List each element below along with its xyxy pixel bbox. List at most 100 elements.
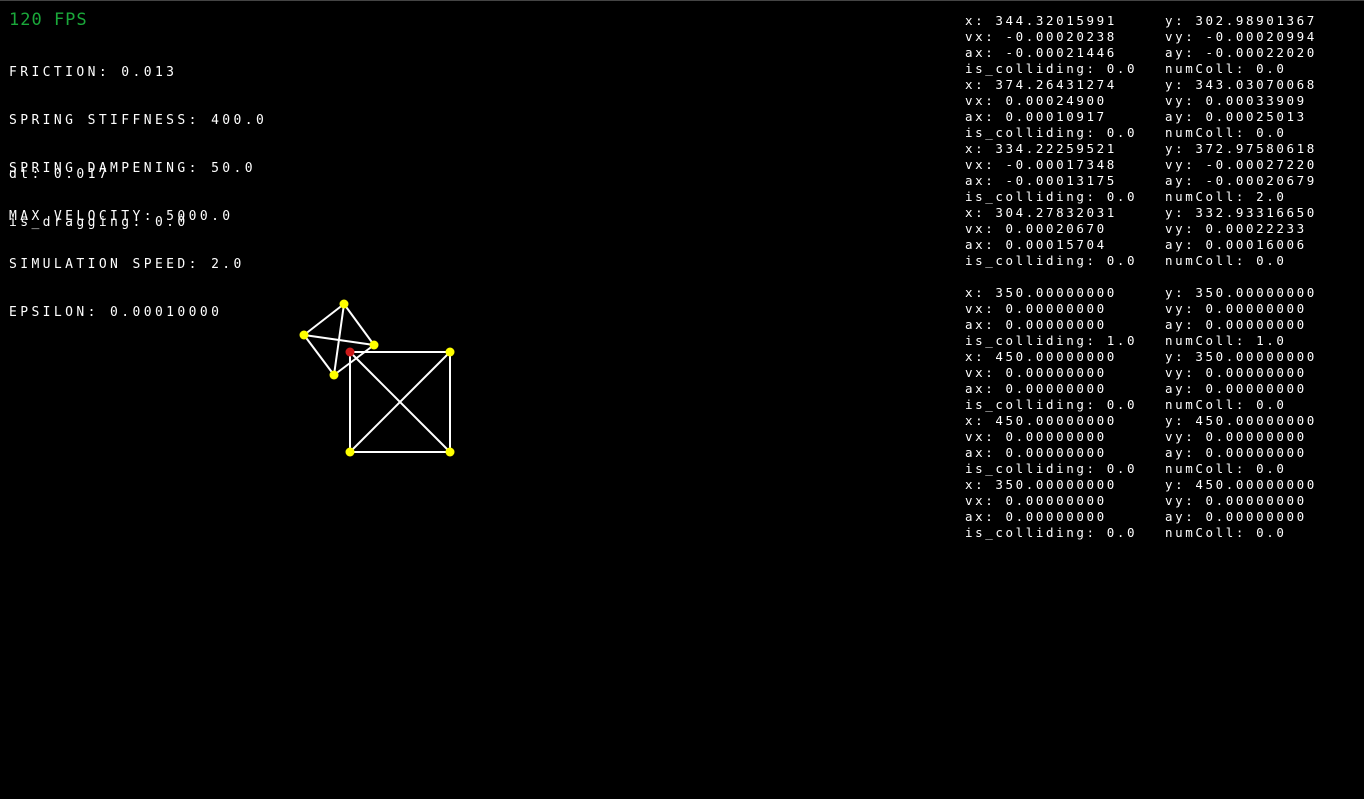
point-debug-entry: x: 350.00000000 y: 450.00000000 vx: 0.0000… <box>965 477 1317 541</box>
debug-vx: vx: 0.00000000 <box>965 365 1107 380</box>
square-body-debug: x: 350.00000000 y: 350.00000000 vx: 0.0000… <box>965 285 1317 541</box>
debug-vx: vx: 0.00000000 <box>965 493 1107 508</box>
debug-numcoll: numColl: 2.0 <box>1165 189 1287 204</box>
debug-line: x: 350.00000000 y: 350.00000000 <box>965 285 1317 301</box>
simulation-status: dt: 0.017 is_dragging: 0.0 <box>9 135 189 263</box>
debug-ax: ax: 0.00000000 <box>965 317 1107 332</box>
debug-line: x: 450.00000000 y: 450.00000000 <box>965 413 1317 429</box>
point-debug-entry: x: 350.00000000 y: 350.00000000 vx: 0.0000… <box>965 285 1317 349</box>
debug-colliding: is_colliding: 0.0 <box>965 397 1138 412</box>
debug-line: ax: 0.00000000 ay: 0.00000000 <box>965 317 1317 333</box>
debug-ax: ax: 0.00010917 <box>965 109 1107 124</box>
debug-ay: ay: 0.00000000 <box>1165 509 1307 524</box>
point-debug-entry: x: 304.27832031 y: 332.93316650 vx: 0.0002… <box>965 205 1317 269</box>
debug-ay: ay: 0.00000000 <box>1165 445 1307 460</box>
point-debug-entry: x: 344.32015991 y: 302.98901367 vx: -0.000… <box>965 13 1317 77</box>
debug-colliding: is_colliding: 1.0 <box>965 333 1138 348</box>
debug-line: is_colliding: 0.0 numColl: 0.0 <box>965 253 1317 269</box>
debug-line: vx: 0.00000000 vy: 0.00000000 <box>965 493 1317 509</box>
debug-line: is_colliding: 0.0 numColl: 0.0 <box>965 397 1317 413</box>
debug-vx: vx: -0.00017348 <box>965 157 1117 172</box>
point-debug-entry: x: 450.00000000 y: 350.00000000 vx: 0.0000… <box>965 349 1317 413</box>
debug-ax: ax: 0.00000000 <box>965 445 1107 460</box>
debug-ay: ay: 0.00025013 <box>1165 109 1307 124</box>
debug-vx: vx: -0.00020238 <box>965 29 1117 44</box>
debug-ax: ax: -0.00013175 <box>965 173 1117 188</box>
mass-point[interactable] <box>345 447 355 457</box>
mass-point[interactable] <box>445 347 455 357</box>
body-separator <box>965 269 1317 285</box>
mass-point[interactable] <box>445 447 455 457</box>
debug-numcoll: numColl: 0.0 <box>1165 461 1287 476</box>
debug-ay: ay: 0.00000000 <box>1165 317 1307 332</box>
debug-y: y: 450.00000000 <box>1165 477 1317 492</box>
debug-numcoll: numColl: 0.0 <box>1165 125 1287 140</box>
debug-line: x: 334.22259521 y: 372.97580618 <box>965 141 1317 157</box>
debug-line: is_colliding: 0.0 numColl: 2.0 <box>965 189 1317 205</box>
small-body-debug: x: 344.32015991 y: 302.98901367 vx: -0.000… <box>965 13 1317 269</box>
point-debug-entry: x: 374.26431274 y: 343.03070068 vx: 0.0002… <box>965 77 1317 141</box>
debug-y: y: 302.98901367 <box>1165 13 1317 28</box>
debug-line: is_colliding: 1.0 numColl: 1.0 <box>965 333 1317 349</box>
debug-line: ax: 0.00010917 ay: 0.00025013 <box>965 109 1317 125</box>
debug-x: x: 344.32015991 <box>965 13 1117 28</box>
dragging-readout: is_dragging: 0.0 <box>9 215 189 230</box>
debug-vy: vy: -0.00027220 <box>1165 157 1317 172</box>
debug-x: x: 374.26431274 <box>965 77 1117 92</box>
debug-x: x: 350.00000000 <box>965 285 1117 300</box>
debug-x: x: 334.22259521 <box>965 141 1117 156</box>
debug-vy: vy: -0.00020994 <box>1165 29 1317 44</box>
debug-ay: ay: -0.00020679 <box>1165 173 1317 188</box>
debug-line: vx: 0.00020670 vy: 0.00022233 <box>965 221 1317 237</box>
debug-line: is_colliding: 0.0 numColl: 0.0 <box>965 125 1317 141</box>
fps-counter: 120 FPS <box>9 10 88 30</box>
debug-x: x: 304.27832031 <box>965 205 1117 220</box>
spring-edge <box>303 334 335 376</box>
debug-vy: vy: 0.00000000 <box>1165 365 1307 380</box>
point-debug-panel: x: 344.32015991 y: 302.98901367 vx: -0.000… <box>965 13 1317 541</box>
debug-line: vx: 0.00000000 vy: 0.00000000 <box>965 301 1317 317</box>
debug-ay: ay: -0.00022020 <box>1165 45 1317 60</box>
debug-vx: vx: 0.00000000 <box>965 301 1107 316</box>
mass-point[interactable] <box>369 340 379 350</box>
debug-vy: vy: 0.00033909 <box>1165 93 1307 108</box>
debug-vy: vy: 0.00022233 <box>1165 221 1307 236</box>
mass-point[interactable] <box>339 299 349 309</box>
point-debug-entry: x: 334.22259521 y: 372.97580618 vx: -0.000… <box>965 141 1317 205</box>
debug-vy: vy: 0.00000000 <box>1165 429 1307 444</box>
debug-x: x: 350.00000000 <box>965 477 1117 492</box>
debug-ax: ax: 0.00000000 <box>965 381 1107 396</box>
debug-numcoll: numColl: 0.0 <box>1165 61 1287 76</box>
debug-line: vx: 0.00000000 vy: 0.00000000 <box>965 365 1317 381</box>
debug-y: y: 450.00000000 <box>1165 413 1317 428</box>
debug-y: y: 350.00000000 <box>1165 285 1317 300</box>
debug-line: is_colliding: 0.0 numColl: 0.0 <box>965 525 1317 541</box>
debug-line: ax: 0.00000000 ay: 0.00000000 <box>965 509 1317 525</box>
debug-y: y: 372.97580618 <box>1165 141 1317 156</box>
debug-numcoll: numColl: 1.0 <box>1165 333 1287 348</box>
debug-numcoll: numColl: 0.0 <box>1165 525 1287 540</box>
debug-line: is_colliding: 0.0 numColl: 0.0 <box>965 461 1317 477</box>
debug-line: vx: -0.00017348 vy: -0.00027220 <box>965 157 1317 173</box>
debug-colliding: is_colliding: 0.0 <box>965 461 1138 476</box>
spring-edge <box>343 303 375 346</box>
debug-line: ax: -0.00021446 ay: -0.00022020 <box>965 45 1317 61</box>
mass-point[interactable] <box>329 370 339 380</box>
square-body[interactable] <box>349 351 451 453</box>
debug-line: ax: 0.00000000 ay: 0.00000000 <box>965 381 1317 397</box>
debug-colliding: is_colliding: 0.0 <box>965 189 1138 204</box>
debug-line: x: 450.00000000 y: 350.00000000 <box>965 349 1317 365</box>
mass-point[interactable] <box>299 330 309 340</box>
debug-ay: ay: 0.00000000 <box>1165 381 1307 396</box>
debug-vx: vx: 0.00020670 <box>965 221 1107 236</box>
debug-numcoll: numColl: 0.0 <box>1165 253 1287 268</box>
debug-colliding: is_colliding: 0.0 <box>965 61 1138 76</box>
debug-vx: vx: 0.00000000 <box>965 429 1107 444</box>
debug-line: is_colliding: 0.0 numColl: 0.0 <box>965 61 1317 77</box>
debug-line: x: 344.32015991 y: 302.98901367 <box>965 13 1317 29</box>
mass-point-colliding[interactable] <box>345 347 355 357</box>
debug-line: x: 304.27832031 y: 332.93316650 <box>965 205 1317 221</box>
debug-colliding: is_colliding: 0.0 <box>965 125 1138 140</box>
debug-x: x: 450.00000000 <box>965 349 1117 364</box>
debug-colliding: is_colliding: 0.0 <box>965 253 1138 268</box>
